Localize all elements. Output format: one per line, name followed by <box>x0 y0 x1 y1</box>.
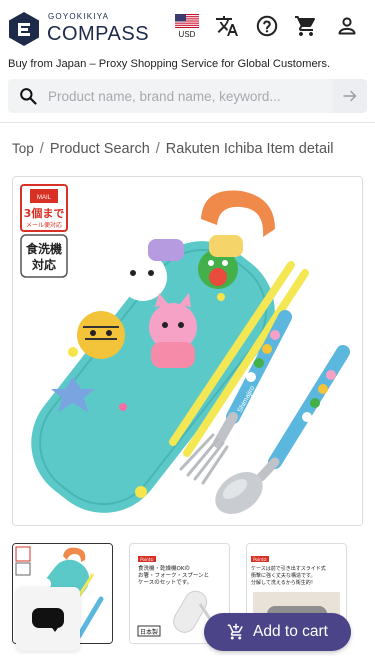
chat-button[interactable] <box>16 587 80 651</box>
help-icon[interactable] <box>255 14 279 38</box>
dishwasher-badge-line2: 対応 <box>31 257 56 272</box>
badge-mail-service-text: メール便対応 <box>26 221 62 229</box>
thumb2-point-label: Point① <box>140 557 154 562</box>
search-input[interactable] <box>48 79 328 113</box>
product-main-image[interactable]: MAIL 3個まで メール便対応 食洗機 対応 Shimajiro <box>12 176 363 526</box>
breadcrumb-current: Rakuten Ichiba Item detail <box>165 141 334 157</box>
product-photo: MAIL 3個まで メール便対応 食洗機 対応 Shimajiro <box>13 177 362 525</box>
breadcrumb: Top / Product Search / Rakuten Ichiba Item d… <box>12 141 333 157</box>
breadcrumb-product-search[interactable]: Product Search <box>50 141 150 157</box>
account-icon[interactable] <box>335 14 359 38</box>
compass-logo-icon[interactable] <box>8 11 40 47</box>
currency-selector[interactable]: USD <box>174 14 200 39</box>
search-icon <box>20 88 37 105</box>
thumb2-text-line3: ケースのセットです。 <box>138 579 192 586</box>
us-flag-icon <box>175 14 199 28</box>
arrow-right-icon <box>343 90 357 102</box>
breadcrumb-top[interactable]: Top <box>12 141 34 156</box>
chat-icon-tail <box>50 625 60 632</box>
add-to-cart-button[interactable]: Add to cart <box>204 613 351 651</box>
cart-add-icon <box>227 623 243 640</box>
language-icon[interactable] <box>215 14 239 38</box>
thumb2-text-line2: お箸・フォーク・スプーンと <box>138 571 209 579</box>
header-divider <box>0 122 375 123</box>
site-tagline: Buy from Japan – Proxy Shopping Service … <box>8 58 331 70</box>
cart-icon[interactable] <box>294 14 318 38</box>
currency-label: USD <box>178 30 196 39</box>
brand-tagline: GOYOKIKIYA <box>48 12 110 21</box>
thumb3-text-line3: 分解して洗えるから衛生的！ <box>251 579 316 586</box>
thumb3-text-line1: ケースは前で引き出すスライド式 <box>251 565 326 572</box>
badge-count-text: 3個まで <box>24 206 65 220</box>
thumb3-point-label: Point② <box>253 557 267 562</box>
breadcrumb-separator: / <box>39 141 44 157</box>
badge-mail-text: MAIL <box>37 195 52 201</box>
breadcrumb-separator: / <box>155 141 160 157</box>
search-submit-button[interactable] <box>333 79 367 113</box>
thumb2-text-line1: 食洗機・乾燥機OKの <box>138 564 190 572</box>
thumb3-text-line2: 衝撃に強く丈夫な構造です。 <box>251 572 316 579</box>
brand-name[interactable]: COMPASS <box>47 23 149 46</box>
dishwasher-badge-line1: 食洗機 <box>25 241 62 256</box>
thumb2-made-in-japan: 日本製 <box>140 628 158 636</box>
header: GOYOKIKIYA COMPASS USD <box>0 0 375 56</box>
add-to-cart-label: Add to cart <box>253 623 328 640</box>
search-bar <box>8 79 367 113</box>
